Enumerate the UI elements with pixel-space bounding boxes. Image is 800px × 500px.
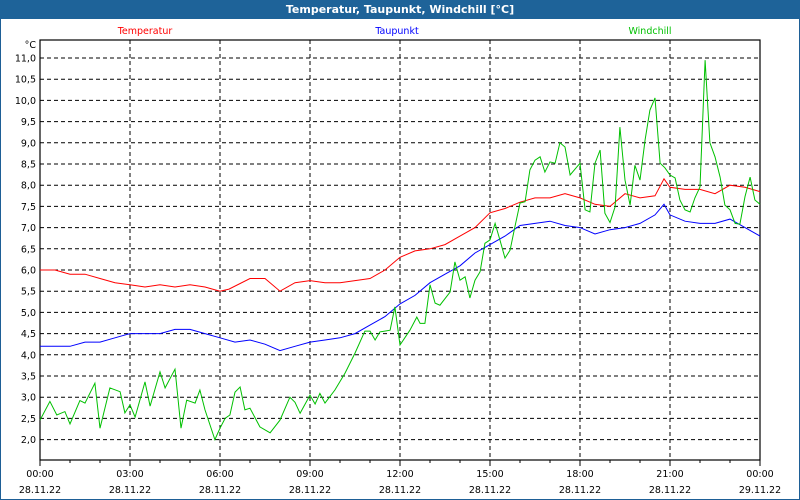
y-tick-label: 6,0 — [21, 266, 36, 277]
x-tick-date: 29.11.22 — [739, 485, 781, 496]
y-tick-label: 4,5 — [21, 329, 36, 340]
y-tick-label: 5,5 — [21, 287, 36, 298]
y-tick-label: 2,0 — [21, 435, 36, 446]
y-tick-label: 8,0 — [21, 181, 36, 192]
y-tick-label: 7,5 — [21, 202, 36, 213]
y-tick-label: 3,0 — [21, 393, 36, 404]
x-tick-date: 28.11.22 — [289, 485, 331, 496]
x-tick-date: 28.11.22 — [649, 485, 691, 496]
x-tick-time: 06:00 — [206, 469, 233, 480]
y-tick-label: 6,5 — [21, 244, 36, 255]
x-tick-time: 09:00 — [296, 469, 323, 480]
legend-temperatur: Temperatur — [117, 26, 173, 37]
x-tick-time: 12:00 — [386, 469, 413, 480]
y-tick-label: 5,0 — [21, 308, 36, 319]
x-tick-date: 28.11.22 — [379, 485, 421, 496]
x-tick-time: 15:00 — [476, 469, 503, 480]
legend-windchill: Windchill — [628, 26, 671, 37]
x-tick-time: 03:00 — [116, 469, 143, 480]
x-tick-time: 21:00 — [656, 469, 683, 480]
x-tick-date: 28.11.22 — [19, 485, 61, 496]
x-tick-time: 18:00 — [566, 469, 593, 480]
y-tick-label: 7,0 — [21, 223, 36, 234]
x-tick-time: 00:00 — [26, 469, 53, 480]
y-tick-label: 4,0 — [21, 350, 36, 361]
x-tick-time: 00:00 — [746, 469, 773, 480]
y-tick-label: 8,5 — [21, 160, 36, 171]
y-tick-label: 9,0 — [21, 138, 36, 149]
x-tick-date: 28.11.22 — [109, 485, 151, 496]
legend-taupunkt: Taupunkt — [374, 26, 419, 37]
y-tick-label: 11,0 — [15, 54, 36, 65]
x-tick-date: 28.11.22 — [199, 485, 241, 496]
y-tick-label: 10,5 — [15, 75, 36, 86]
y-tick-label: 2,5 — [21, 414, 36, 425]
chart-svg: 2,0 2,5 3,0 3,5 4,0 4,5 5,0 5,5 6,0 6,5 7,0 7,5 8,0 8… — [15, 26, 781, 496]
x-tick-date: 28.11.22 — [469, 485, 511, 496]
y-tick-label: 3,5 — [21, 372, 36, 383]
y-tick-label: 9,5 — [21, 117, 36, 128]
x-tick-date: 28.11.22 — [559, 485, 601, 496]
y-axis-unit: °C — [25, 40, 37, 51]
y-tick-label: 10,0 — [15, 96, 36, 107]
